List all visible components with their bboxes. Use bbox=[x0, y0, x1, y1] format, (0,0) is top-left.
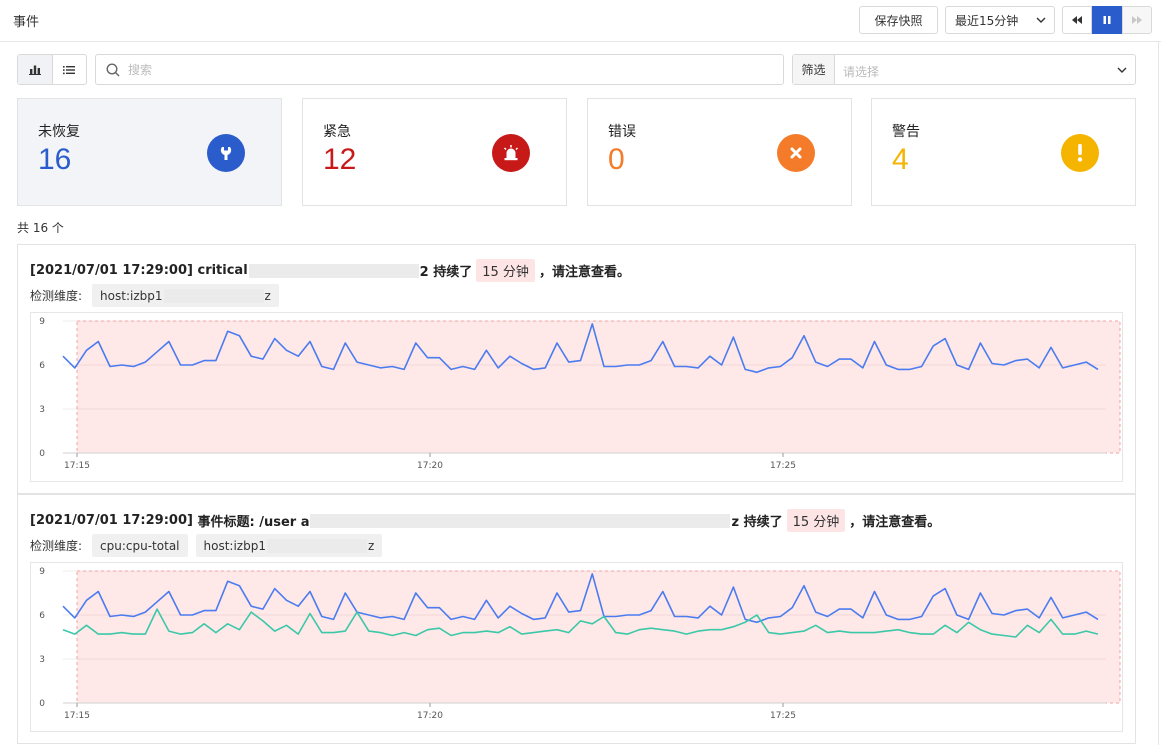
alarm-icon bbox=[492, 134, 530, 172]
time-range-select[interactable]: 最近15分钟 bbox=[945, 6, 1055, 34]
view-toggle bbox=[17, 54, 87, 85]
alert-region bbox=[76, 320, 1121, 454]
y-tick-label: 6 bbox=[39, 361, 45, 371]
dimension-label: 检测维度: bbox=[30, 289, 83, 303]
close-icon bbox=[777, 134, 815, 172]
metric-chart: 0 3 6 9 17:15 17:20 17:25 bbox=[30, 562, 1123, 732]
event-title: [2021/07/01 17:29:00] critical 2 持续了 15 … bbox=[30, 259, 630, 282]
redacted-text bbox=[163, 288, 264, 303]
event-time: [2021/07/01 17:29:00] bbox=[30, 263, 193, 278]
top-bar: 事件 保存快照 最近15分钟 bbox=[0, 0, 1161, 42]
y-tick-label: 3 bbox=[39, 655, 45, 665]
stat-value: 4 bbox=[892, 143, 909, 176]
event-duration: 15 分钟 bbox=[786, 509, 846, 532]
wrench-icon bbox=[207, 134, 245, 172]
page-title: 事件 bbox=[13, 15, 40, 30]
event-title: [2021/07/01 17:29:00] 事件标题: /user a z 持续… bbox=[30, 509, 940, 532]
event-suffix: ，请注意查看。 bbox=[849, 515, 941, 530]
event-prefix: 事件标题: /user a bbox=[197, 515, 310, 530]
chevron-down-icon bbox=[1117, 67, 1127, 73]
x-tick-label: 17:15 bbox=[64, 461, 90, 471]
list-icon bbox=[63, 65, 76, 74]
y-tick-label: 0 bbox=[39, 449, 45, 459]
x-tick-label: 17:15 bbox=[64, 711, 90, 721]
redacted-text bbox=[310, 513, 731, 528]
dimension-label: 检测维度: bbox=[30, 539, 83, 553]
dimension-tag: host:izbp1 z bbox=[195, 534, 383, 557]
y-tick-label: 9 bbox=[39, 567, 45, 577]
chevron-down-icon bbox=[1036, 17, 1046, 23]
search-input[interactable] bbox=[128, 61, 768, 79]
fast-forward-icon bbox=[1132, 16, 1142, 24]
filter-select[interactable]: 筛选 请选择 bbox=[792, 54, 1136, 85]
metric-chart: 0 3 6 9 17:15 17:20 17:25 bbox=[30, 312, 1123, 482]
stat-value: 12 bbox=[323, 143, 357, 176]
fast-forward-button[interactable] bbox=[1122, 6, 1152, 34]
stat-card-error[interactable]: 错误 0 bbox=[587, 98, 852, 206]
event-card[interactable]: [2021/07/01 17:29:00] 事件标题: /user a z 持续… bbox=[17, 494, 1136, 744]
event-tail: z 持续了 bbox=[731, 515, 783, 530]
total-count: 共 16 个 bbox=[17, 221, 64, 235]
x-tick-label: 17:20 bbox=[417, 461, 443, 471]
stat-label: 未恢复 bbox=[38, 124, 80, 140]
redacted-text bbox=[266, 538, 367, 553]
dimension-tag: host:izbp1 z bbox=[92, 284, 279, 307]
x-tick-label: 17:25 bbox=[770, 711, 796, 721]
time-range-value: 最近15分钟 bbox=[955, 13, 1019, 28]
line-chart: 0 3 6 9 17:15 17:20 17:25 bbox=[39, 317, 1121, 471]
rewind-button[interactable] bbox=[1062, 6, 1092, 34]
stat-label: 警告 bbox=[892, 124, 920, 140]
dimension-tag: cpu:cpu-total bbox=[92, 534, 188, 557]
stat-value: 16 bbox=[38, 143, 72, 176]
dimension-row: 检测维度: host:izbp1 z bbox=[30, 284, 279, 307]
playback-controls bbox=[1062, 6, 1152, 34]
stat-card-warning[interactable]: 警告 4 bbox=[871, 98, 1136, 206]
event-duration: 15 分钟 bbox=[476, 259, 535, 282]
tag-text: host:izbp1 bbox=[100, 288, 163, 303]
stat-card-unrecovered[interactable]: 未恢复 16 bbox=[17, 98, 282, 206]
event-time: [2021/07/01 17:29:00] bbox=[30, 513, 193, 528]
event-tail: 2 持续了 bbox=[419, 265, 473, 280]
bar-chart-icon bbox=[28, 65, 41, 75]
stat-label: 错误 bbox=[608, 124, 636, 140]
tag-text: cpu:cpu-total bbox=[100, 538, 180, 553]
search-field bbox=[95, 54, 784, 85]
chart-view-button[interactable] bbox=[18, 55, 53, 84]
x-tick-label: 17:20 bbox=[417, 711, 443, 721]
pause-icon bbox=[1103, 16, 1111, 24]
stat-label: 紧急 bbox=[323, 124, 351, 140]
stat-card-critical[interactable]: 紧急 12 bbox=[302, 98, 567, 206]
tag-text: host:izbp1 bbox=[203, 538, 266, 553]
line-chart: 0 3 6 9 17:15 17:20 17:25 bbox=[39, 567, 1121, 721]
y-tick-label: 3 bbox=[39, 405, 45, 415]
filter-placeholder: 请选择 bbox=[843, 65, 880, 79]
exclamation-icon bbox=[1061, 134, 1099, 172]
x-tick-label: 17:25 bbox=[770, 461, 796, 471]
tag-tail: z bbox=[367, 538, 375, 553]
save-snapshot-button[interactable]: 保存快照 bbox=[859, 6, 938, 34]
rewind-icon bbox=[1072, 16, 1082, 24]
alert-region bbox=[76, 570, 1121, 704]
pause-button[interactable] bbox=[1092, 6, 1122, 34]
list-view-button[interactable] bbox=[53, 55, 87, 84]
event-card[interactable]: [2021/07/01 17:29:00] critical 2 持续了 15 … bbox=[17, 244, 1136, 494]
divider bbox=[1158, 42, 1159, 745]
y-tick-label: 6 bbox=[39, 611, 45, 621]
redacted-text bbox=[248, 263, 419, 278]
stat-value: 0 bbox=[608, 143, 625, 176]
dimension-row: 检测维度: cpu:cpu-total host:izbp1 z bbox=[30, 534, 383, 557]
y-tick-label: 0 bbox=[39, 699, 45, 709]
y-tick-label: 9 bbox=[39, 317, 45, 327]
event-prefix: critical bbox=[197, 263, 248, 278]
filter-label: 筛选 bbox=[793, 55, 835, 84]
search-icon bbox=[106, 63, 120, 77]
event-suffix: ，请注意查看。 bbox=[538, 265, 630, 280]
tag-tail: z bbox=[264, 288, 271, 303]
